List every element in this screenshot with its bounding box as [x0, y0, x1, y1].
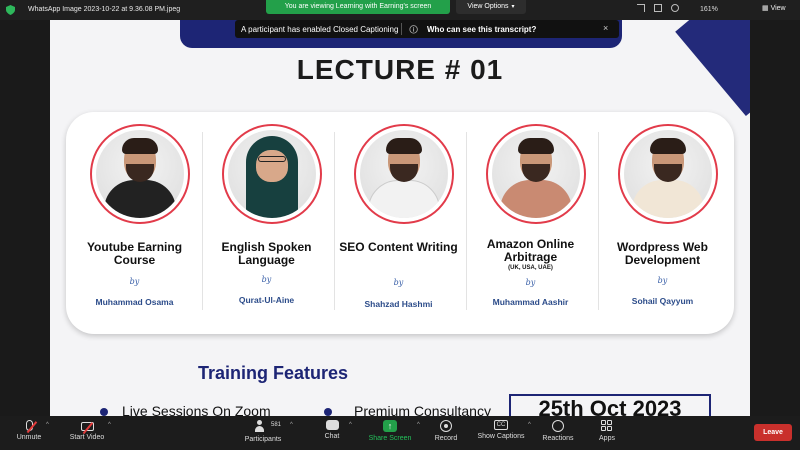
captions-icon: CC [494, 420, 508, 430]
chevron-up-icon[interactable]: ^ [349, 422, 352, 428]
transcript-info-icon: 🛈 [409, 25, 419, 35]
video-off-icon [80, 422, 94, 434]
caption-notice-text: A participant has enabled Closed Caption… [241, 25, 399, 34]
instructor-name: Muhammad Aashir [492, 297, 569, 307]
reactions-icon [552, 420, 564, 432]
meeting-toolbar: Unmute ^ Start Video ^ Participants 581 … [0, 416, 800, 450]
courses-panel: Youtube Earning Course by Muhammad Osama… [66, 112, 734, 334]
record-icon [440, 420, 452, 432]
reactions-button[interactable]: Reactions [540, 416, 576, 450]
chevron-up-icon[interactable]: ^ [417, 422, 420, 428]
chevron-up-icon[interactable]: ^ [46, 422, 49, 428]
instructor-avatar [222, 124, 322, 224]
unmute-button[interactable]: Unmute [10, 416, 48, 450]
view-label: View [770, 5, 786, 12]
window-filename: WhatsApp Image 2023-10-22 at 9.36.08 PM.… [28, 6, 181, 13]
transcript-link[interactable]: Who can see this transcript? [427, 25, 536, 34]
instructor-avatar [618, 124, 718, 224]
view-options-label: View Options [467, 3, 509, 10]
participants-icon [255, 420, 271, 433]
chevron-up-icon[interactable]: ^ [528, 422, 531, 428]
chevron-up-icon[interactable]: ^ [108, 422, 111, 428]
apps-button[interactable]: Apps [594, 416, 620, 450]
instructor-name: Shahzad Hashmi [364, 299, 433, 309]
feature-bullet-icon [100, 408, 108, 416]
participants-label: Participants [244, 436, 282, 443]
start-video-button[interactable]: Start Video [64, 416, 110, 450]
share-screen-button[interactable]: ↑ Share Screen [366, 416, 414, 450]
chevron-up-icon[interactable]: ^ [290, 422, 293, 428]
unmute-label: Unmute [16, 434, 42, 441]
by-label: by [657, 276, 668, 285]
instructor-avatar [486, 124, 586, 224]
view-button[interactable]: ▦ View [762, 4, 786, 12]
by-label: by [261, 275, 272, 284]
leave-button[interactable]: Leave [754, 424, 792, 441]
feature-item: Premium Consultancy [354, 403, 491, 416]
feature-item: Live Sessions On Zoom [122, 403, 271, 416]
feature-bullet-icon [324, 408, 332, 416]
by-label: by [129, 277, 140, 286]
shield-icon [6, 5, 15, 15]
instructor-name: Sohail Qayyum [631, 296, 694, 306]
apps-label: Apps [599, 435, 615, 442]
course-card: English Spoken Language by Qurat-Ul-Aine [200, 112, 333, 334]
course-card: SEO Content Writing by Shahzad Hashmi [332, 112, 465, 334]
apps-icon [601, 420, 613, 432]
course-title: Youtube Earning Course [86, 240, 183, 267]
participants-count: 581 [271, 422, 282, 428]
share-screen-label: Share Screen [368, 435, 412, 442]
instructor-name: Muhammad Osama [95, 297, 174, 307]
instructor-name: Qurat-Ul-Aine [238, 295, 295, 305]
instructor-avatar [90, 124, 190, 224]
course-subtitle: (UK, USA, UAE) [508, 265, 553, 271]
expand-icon[interactable] [637, 4, 645, 12]
zoom-icon[interactable] [671, 4, 679, 12]
show-captions-label: Show Captions [477, 433, 525, 440]
window-controls [637, 4, 679, 12]
shared-screen: LW L Sk lls A participant has enabled Cl… [0, 20, 800, 416]
course-title: Wordpress Web Development [617, 240, 708, 267]
window-title-bar: WhatsApp Image 2023-10-22 at 9.36.08 PM.… [0, 0, 800, 20]
restore-icon[interactable] [654, 4, 662, 12]
instructor-avatar [354, 124, 454, 224]
chevron-down-icon: ▾ [511, 4, 515, 10]
reactions-label: Reactions [542, 435, 574, 442]
record-label: Record [434, 435, 458, 442]
course-card: Wordpress Web Development by Sohail Qayy… [596, 112, 729, 334]
chat-button[interactable]: Chat [318, 416, 346, 450]
record-button[interactable]: Record [432, 416, 460, 450]
features-title: Training Features [198, 363, 349, 383]
show-captions-button[interactable]: CC Show Captions [474, 416, 528, 450]
course-card: Amazon Online Arbitrage (UK, USA, UAE) b… [464, 112, 597, 334]
mic-muted-icon [25, 420, 37, 433]
slide: LW L Sk lls A participant has enabled Cl… [50, 20, 750, 416]
course-card: Youtube Earning Course by Muhammad Osama [68, 112, 201, 334]
lecture-title: LECTURE # 01 [296, 54, 504, 85]
course-title: English Spoken Language [221, 240, 312, 267]
start-video-label: Start Video [69, 434, 105, 441]
course-title: Amazon Online Arbitrage [486, 237, 575, 264]
viewing-screen-banner: You are viewing Learning with Earning's … [266, 0, 450, 14]
view-options-button[interactable]: View Options ▾ [456, 0, 526, 14]
chat-label: Chat [324, 433, 340, 440]
close-icon[interactable]: × [603, 23, 608, 33]
chat-icon [325, 420, 339, 430]
caption-divider [401, 23, 402, 35]
by-label: by [525, 278, 536, 287]
date-box: 25th Oct 2023 [509, 394, 711, 416]
by-label: by [393, 278, 404, 287]
zoom-level: 161% [700, 6, 718, 13]
share-screen-icon: ↑ [383, 420, 397, 432]
caption-notice-bar: A participant has enabled Closed Caption… [235, 20, 619, 38]
course-title: SEO Content Writing [339, 240, 458, 254]
